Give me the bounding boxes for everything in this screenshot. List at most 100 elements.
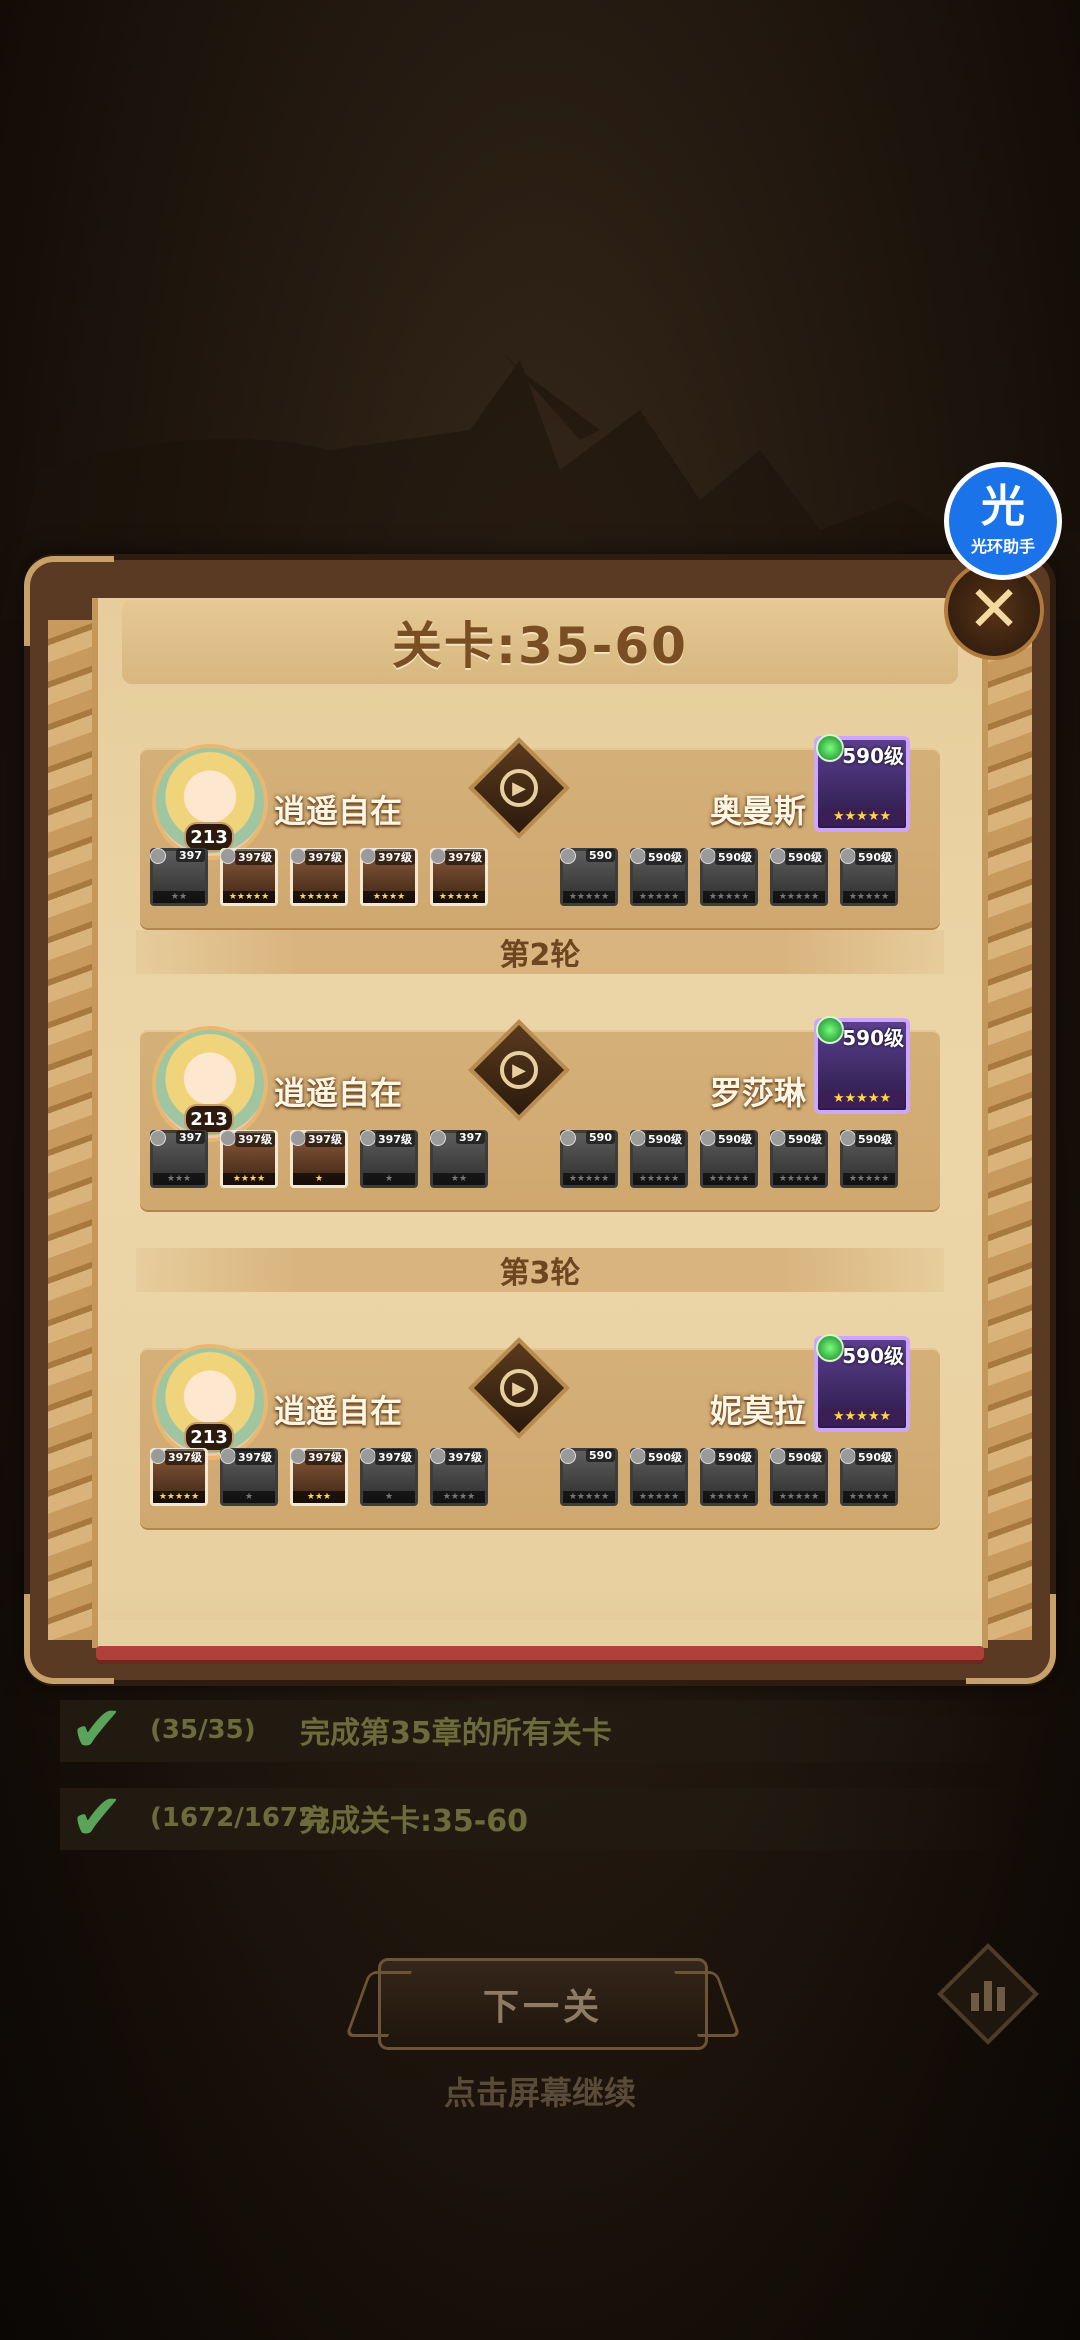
hero-level: 397 — [176, 849, 205, 862]
enemy-hero-row: 590 ★★★★★ 590级 ★★★★★ 590级 ★★★★★ 590级 ★★★… — [560, 1130, 898, 1188]
task-progress: (1672/1672) — [150, 1803, 328, 1833]
player-hero-icon[interactable]: 397级 ★ — [360, 1448, 418, 1506]
hero-level: 590 — [586, 849, 615, 862]
enemy-hero-icon[interactable]: 590级 ★★★★★ — [840, 1130, 898, 1188]
hero-stars: ★★★★★ — [633, 1173, 685, 1185]
enemy-level: 590级 — [842, 744, 904, 768]
player-hero-icon[interactable]: 397级 ★★★ — [290, 1448, 348, 1506]
faction-icon — [220, 848, 236, 864]
player-hero-icon[interactable]: 397级 ★★★★★ — [430, 848, 488, 906]
enemy-hero-icon[interactable]: 590级 ★★★★★ — [630, 1448, 688, 1506]
player-hero-icon[interactable]: 397级 ★ — [290, 1130, 348, 1188]
continue-hint[interactable]: 点击屏幕继续 — [0, 2068, 1080, 2114]
enemy-hero-icon[interactable]: 590级 ★★★★★ — [840, 1448, 898, 1506]
player-hero-icon[interactable]: 397级 ★★★★★ — [150, 1448, 208, 1506]
hero-level: 397级 — [305, 1131, 345, 1147]
enemy-hero-icon[interactable]: 590级 ★★★★★ — [770, 848, 828, 906]
faction-icon — [150, 1130, 166, 1146]
player-hero-icon[interactable]: 397 ★★ — [430, 1130, 488, 1188]
player-hero-icon[interactable]: 397 ★★★ — [150, 1130, 208, 1188]
enemy-hero-icon[interactable]: 590 ★★★★★ — [560, 1130, 618, 1188]
enemy-portrait[interactable]: 590级 ★★★★★ — [814, 1334, 910, 1432]
hero-level: 397级 — [445, 1449, 485, 1465]
enemy-hero-icon[interactable]: 590级 ★★★★★ — [770, 1448, 828, 1506]
enemy-portrait[interactable]: 590级 ★★★★★ — [814, 1016, 910, 1114]
faction-icon — [840, 848, 856, 864]
play-icon: ▶ — [500, 769, 538, 807]
battle-stats-button[interactable] — [937, 1943, 1039, 2045]
enemy-hero-icon[interactable]: 590级 ★★★★★ — [630, 848, 688, 906]
player-hero-row: 397级 ★★★★★ 397级 ★ 397级 ★★★ 397级 ★ 397级 ★… — [150, 1448, 488, 1506]
enemy-hero-row: 590 ★★★★★ 590级 ★★★★★ 590级 ★★★★★ 590级 ★★★… — [560, 1448, 898, 1506]
task-progress: (35/35) — [150, 1715, 256, 1745]
faction-icon — [430, 1130, 446, 1146]
player-avatar[interactable]: 213 — [144, 740, 274, 860]
assistant-label: 光环助手 — [970, 537, 1035, 556]
player-hero-icon[interactable]: 397级 ★★★★★ — [290, 848, 348, 906]
faction-icon — [150, 848, 166, 864]
next-stage-button[interactable]: 下一关 — [378, 1958, 708, 2050]
faction-icon — [290, 848, 306, 864]
frame-corner — [24, 556, 114, 646]
enemy-hero-icon[interactable]: 590级 ★★★★★ — [630, 1130, 688, 1188]
player-hero-icon[interactable]: 397级 ★ — [220, 1448, 278, 1506]
hero-stars: ★★★★★ — [703, 891, 755, 903]
faction-icon — [630, 1448, 646, 1464]
hero-level: 590级 — [855, 849, 895, 865]
player-hero-icon[interactable]: 397级 ★ — [360, 1130, 418, 1188]
replay-button[interactable]: ▶ — [468, 1019, 570, 1121]
hero-stars: ★★ — [153, 891, 205, 903]
player-name: 逍遥自在 — [274, 1074, 403, 1112]
enemy-hero-icon[interactable]: 590级 ★★★★★ — [770, 1130, 828, 1188]
faction-icon — [560, 848, 576, 864]
enemy-hero-icon[interactable]: 590级 ★★★★★ — [700, 1130, 758, 1188]
hero-stars: ★★★★ — [433, 1491, 485, 1503]
hero-level: 397级 — [375, 1449, 415, 1465]
player-avatar[interactable]: 213 — [144, 1340, 274, 1460]
hero-stars: ★★★ — [293, 1491, 345, 1503]
hero-level: 590级 — [855, 1449, 895, 1465]
round-header: 第2轮 — [136, 930, 944, 974]
enemy-hero-icon[interactable]: 590 ★★★★★ — [560, 1448, 618, 1506]
faction-gem-icon — [816, 734, 844, 762]
replay-button[interactable]: ▶ — [468, 1337, 570, 1439]
player-hero-icon[interactable]: 397级 ★★★★ — [220, 1130, 278, 1188]
faction-icon — [360, 1130, 376, 1146]
enemy-hero-icon[interactable]: 590级 ★★★★★ — [700, 1448, 758, 1506]
player-hero-icon[interactable]: 397级 ★★★★★ — [220, 848, 278, 906]
hero-stars: ★★★★★ — [633, 1491, 685, 1503]
hero-level: 590级 — [645, 1131, 685, 1147]
player-hero-icon[interactable]: 397级 ★★★★ — [430, 1448, 488, 1506]
enemy-hero-icon[interactable]: 590级 ★★★★★ — [700, 848, 758, 906]
enemy-name: 奥曼斯 — [709, 792, 806, 830]
assistant-badge[interactable]: 光 光环助手 — [944, 462, 1062, 580]
faction-icon — [700, 848, 716, 864]
hero-stars: ★ — [363, 1491, 415, 1503]
enemy-hero-icon[interactable]: 590 ★★★★★ — [560, 848, 618, 906]
hero-stars: ★★★★★ — [773, 891, 825, 903]
scroll-fade — [100, 1590, 980, 1620]
hero-level: 397级 — [235, 849, 275, 865]
hero-stars: ★★★★★ — [223, 891, 275, 903]
frame-ornament-left — [48, 620, 92, 1640]
faction-icon — [630, 848, 646, 864]
hero-stars: ★ — [223, 1491, 275, 1503]
replay-button[interactable]: ▶ — [468, 737, 570, 839]
assistant-logo-icon: 光 — [981, 481, 1025, 532]
enemy-hero-icon[interactable]: 590级 ★★★★★ — [840, 848, 898, 906]
hero-level: 397级 — [235, 1449, 275, 1465]
faction-icon — [360, 1448, 376, 1464]
enemy-portrait[interactable]: 590级 ★★★★★ — [814, 734, 910, 832]
faction-icon — [560, 1448, 576, 1464]
hero-level: 590级 — [645, 1449, 685, 1465]
frame-ornament-right — [988, 620, 1032, 1640]
player-avatar[interactable]: 213 — [144, 1022, 274, 1142]
enemy-stars: ★★★★★ — [820, 1090, 904, 1108]
player-hero-row: 397 ★★★ 397级 ★★★★ 397级 ★ 397级 ★ 397 ★★ — [150, 1130, 488, 1188]
round-card: 213 逍遥自在 ▶ 妮莫拉 590级 ★★★★★ 397级 ★★★★★ 397… — [140, 1334, 940, 1528]
rounds-scroll-area[interactable]: 213 逍遥自在 ▶ 奥曼斯 590级 ★★★★★ 397 ★★ 397级 ★★… — [100, 730, 980, 1610]
player-hero-icon[interactable]: 397 ★★ — [150, 848, 208, 906]
hero-level: 590级 — [645, 849, 685, 865]
player-hero-icon[interactable]: 397级 ★★★★ — [360, 848, 418, 906]
enemy-name: 罗莎琳 — [709, 1074, 806, 1112]
